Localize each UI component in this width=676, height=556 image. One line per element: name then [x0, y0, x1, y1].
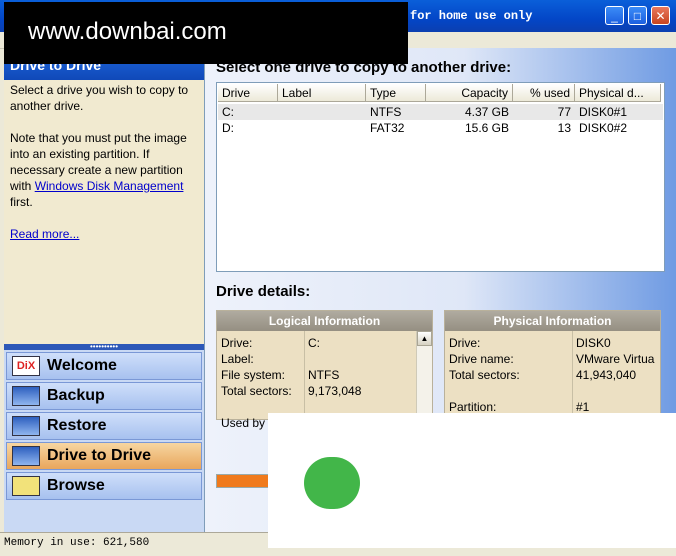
help-text-part: first.	[10, 195, 33, 209]
cell-physical-drive: DISK0#1	[579, 105, 628, 119]
column-header-physical-drive[interactable]: Physical d...	[575, 84, 661, 102]
drive-to-drive-icon	[12, 446, 40, 466]
logical-value: 9,173,048	[308, 384, 362, 398]
read-more-link[interactable]: Read more...	[10, 227, 79, 241]
watermark-overlay: www.downbai.com	[4, 2, 408, 64]
table-row[interactable]: D: FAT32 15.6 GB 13 DISK0#2	[218, 120, 663, 136]
scroll-up-arrow-icon[interactable]: ▲	[417, 331, 432, 346]
cell-percent-used: 13	[557, 121, 571, 135]
physical-value: VMware Virtua	[576, 352, 655, 366]
physical-value: 41,943,040	[576, 368, 637, 382]
drive-list[interactable]: Drive Label Type Capacity % used Physica…	[216, 82, 665, 272]
logical-key: Total sectors:	[221, 384, 292, 398]
left-pane: Drive to Drive Select a drive you wish t…	[4, 48, 205, 532]
column-header-capacity[interactable]: Capacity	[426, 84, 513, 102]
help-text: Select a drive you wish to copy to anoth…	[10, 82, 196, 258]
logical-value: NTFS	[308, 368, 340, 382]
maximize-button[interactable]: □	[628, 6, 647, 25]
logical-info-panel: Logical Information Drive: Label: File s…	[216, 310, 433, 430]
site-logo-overlay	[268, 413, 676, 548]
cell-type: NTFS	[370, 105, 402, 119]
logo-mark-icon	[304, 457, 360, 509]
column-header-label[interactable]: Label	[278, 84, 366, 102]
nav-label: Backup	[47, 387, 105, 404]
logical-scrollbar[interactable]: ▲	[416, 331, 432, 421]
logical-value: C:	[308, 336, 320, 350]
nav-drive-to-drive[interactable]: Drive to Drive	[6, 442, 202, 470]
drive-details-title: Drive details:	[216, 283, 311, 300]
cell-percent-used: 77	[557, 105, 571, 119]
minimize-button[interactable]: _	[605, 6, 624, 25]
close-button[interactable]: ✕	[651, 6, 670, 25]
cell-physical-drive: DISK0#2	[579, 121, 628, 135]
panel-divider	[572, 331, 573, 421]
panel-divider	[304, 331, 305, 421]
nav-panel: DiX Welcome Backup Restore Drive to Driv…	[4, 350, 204, 532]
physical-key: Total sectors:	[449, 368, 520, 382]
logical-info-header: Logical Information	[217, 311, 432, 331]
nav-restore[interactable]: Restore	[6, 412, 202, 440]
physical-key: Drive name:	[449, 352, 514, 366]
logical-key: Used by	[221, 416, 266, 430]
logical-key: Drive:	[221, 336, 253, 350]
folder-icon	[12, 476, 40, 496]
column-header-percent-used[interactable]: % used	[513, 84, 575, 102]
nav-welcome[interactable]: DiX Welcome	[6, 352, 202, 380]
table-row[interactable]: C: NTFS 4.37 GB 77 DISK0#1	[218, 104, 663, 120]
physical-value: DISK0	[576, 336, 611, 350]
nav-browse[interactable]: Browse	[6, 472, 202, 500]
nav-label: Browse	[47, 477, 105, 494]
help-paragraph-2: Note that you must put the image into an…	[10, 130, 196, 210]
dix-logo-icon: DiX	[12, 356, 40, 376]
physical-info-panel: Physical Information Drive: Drive name: …	[444, 310, 661, 421]
physical-info-header: Physical Information	[445, 311, 660, 331]
cell-drive: D:	[222, 121, 234, 135]
cell-capacity: 4.37 GB	[464, 105, 509, 119]
logical-key: Label:	[221, 352, 254, 366]
physical-key: Drive:	[449, 336, 481, 350]
nav-label: Welcome	[47, 357, 117, 374]
column-header-drive[interactable]: Drive	[218, 84, 278, 102]
windows-disk-management-link[interactable]: Windows Disk Management	[35, 179, 184, 193]
cell-type: FAT32	[370, 121, 405, 135]
help-paragraph-1: Select a drive you wish to copy to anoth…	[10, 83, 189, 113]
nav-backup[interactable]: Backup	[6, 382, 202, 410]
logical-key: File system:	[221, 368, 286, 382]
restore-icon	[12, 416, 40, 436]
column-header-type[interactable]: Type	[366, 84, 426, 102]
nav-label: Drive to Drive	[47, 447, 152, 464]
cell-drive: C:	[222, 105, 234, 119]
nav-label: Restore	[47, 417, 107, 434]
memory-status: Memory in use: 621,580	[4, 537, 150, 549]
backup-icon	[12, 386, 40, 406]
window-title: for home use only	[410, 9, 533, 23]
read-more-paragraph: Read more...	[10, 226, 196, 242]
cell-capacity: 15.6 GB	[464, 121, 509, 135]
